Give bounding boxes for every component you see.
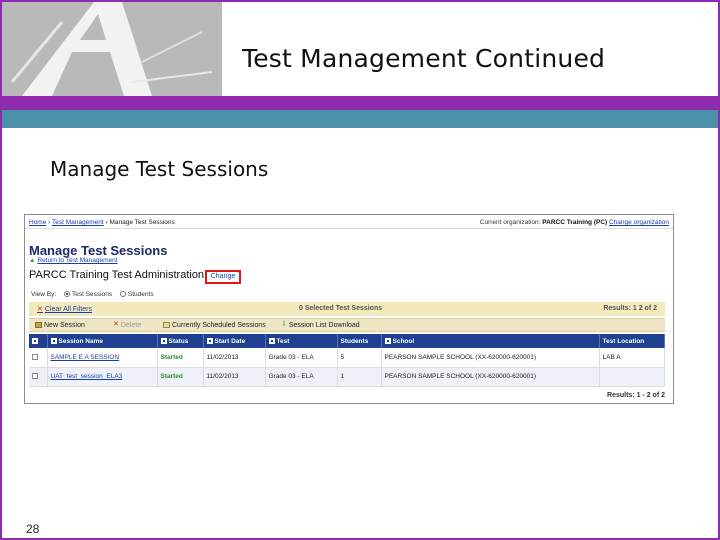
header-label: School: [392, 337, 415, 345]
session-name-link[interactable]: UAT_test_session_ELA3: [51, 373, 123, 380]
results-count-bottom: Results: 1 - 2 of 2: [607, 392, 665, 399]
embedded-screenshot: Home › Test Management › Manage Test Ses…: [24, 214, 674, 404]
screenshot-topbar: Home › Test Management › Manage Test Ses…: [25, 215, 673, 229]
cell-school: PEARSON SAMPLE SCHOOL (XX-620000-620001): [381, 367, 600, 387]
delete-icon: ✕: [113, 321, 119, 329]
row-select-cell[interactable]: [29, 348, 48, 368]
filter-checkbox: [384, 337, 391, 344]
return-link-label: Return to Test Management: [37, 257, 118, 264]
row-select-cell[interactable]: [29, 367, 48, 387]
cell-test: Grade 03 - ELA: [265, 348, 338, 368]
header-label: Test Location: [602, 337, 645, 345]
arrow-up-icon: ▲: [29, 257, 36, 264]
folder-icon: [35, 322, 42, 329]
currently-scheduled-button[interactable]: Currently Scheduled Sessions: [163, 322, 266, 329]
view-by-label: View By:: [31, 291, 57, 298]
view-by: View By: Test Sessions Students: [31, 291, 154, 298]
org-label: Current organization:: [479, 219, 541, 226]
test-administration-name: PARCC Training Test Administration: [29, 269, 205, 281]
radio-test-sessions-label: Test Sessions: [71, 291, 113, 298]
row-checkbox[interactable]: [32, 354, 38, 361]
status-text: Started: [160, 373, 183, 380]
current-organization: Current organization: PARCC Training (PC…: [480, 219, 669, 226]
radio-students-label: Students: [127, 291, 154, 298]
filter-checkbox: [160, 337, 167, 344]
select-all-checkbox[interactable]: [32, 337, 38, 344]
delete-button[interactable]: ✕ Delete: [113, 321, 142, 329]
header-test-location[interactable]: Test Location: [599, 334, 665, 348]
header-label: Test: [276, 337, 290, 345]
radio-students[interactable]: [119, 291, 126, 298]
cell-students: 5: [337, 348, 382, 368]
cell-session-name[interactable]: UAT_test_session_ELA3: [47, 367, 158, 387]
page-heading: Manage Test Sessions: [29, 243, 168, 258]
org-name: PARCC Training (PC): [542, 219, 608, 226]
header-label: Session Name: [58, 337, 103, 345]
cell-start-date: 11/02/2013: [203, 367, 266, 387]
page-number: 28: [26, 522, 40, 536]
breadcrumb: Home › Test Management › Manage Test Ses…: [29, 219, 175, 226]
close-icon: ✕: [37, 306, 43, 313]
clear-filters-link[interactable]: ✕ Clear All Filters: [37, 305, 92, 313]
header-students[interactable]: Students: [337, 334, 382, 348]
breadcrumb-test-management-link[interactable]: Test Management: [52, 219, 104, 226]
change-organization-link[interactable]: Change organization: [609, 219, 669, 226]
radio-test-sessions[interactable]: [63, 291, 70, 298]
delete-label: Delete: [120, 322, 142, 329]
calendar-icon: [163, 322, 170, 329]
header-session-name[interactable]: Session Name: [47, 334, 158, 348]
currently-scheduled-label: Currently Scheduled Sessions: [172, 322, 266, 329]
cell-status: Started: [157, 348, 204, 368]
filter-checkbox: [50, 337, 57, 344]
session-download-button[interactable]: ⇩ Session List Download: [281, 321, 360, 329]
selected-count: 0 Selected Test Sessions: [299, 305, 383, 312]
cell-school: PEARSON SAMPLE SCHOOL (XX-620000-620001): [381, 348, 600, 368]
session-download-label: Session List Download: [288, 322, 360, 329]
cell-status: Started: [157, 367, 204, 387]
download-icon: ⇩: [281, 321, 287, 329]
cell-session-name[interactable]: SAMPLE E A SESSION: [47, 348, 158, 368]
breadcrumb-home-link[interactable]: Home: [29, 219, 46, 226]
sessions-table: Session Name Status Start Date Test Stud…: [29, 334, 665, 387]
toolbar: New Session ✕ Delete Currently Scheduled …: [29, 318, 665, 332]
row-checkbox[interactable]: [32, 373, 38, 380]
filter-checkbox: [268, 337, 275, 344]
status-text: Started: [160, 353, 183, 361]
cell-location: [599, 367, 665, 387]
new-session-label: New Session: [44, 322, 85, 329]
clear-filters-label: Clear All Filters: [44, 306, 92, 313]
change-administration-link[interactable]: Change: [205, 270, 241, 284]
header-label: Start Date: [214, 337, 246, 345]
slide-title: Test Management Continued: [242, 44, 606, 73]
return-link[interactable]: ▲ Return to Test Management: [29, 257, 118, 264]
header-band-purple: [2, 96, 718, 110]
header-start-date[interactable]: Start Date: [203, 334, 266, 348]
header-school[interactable]: School: [381, 334, 600, 348]
results-count-top: Results: 1 2 of 2: [603, 305, 657, 312]
header-test[interactable]: Test: [265, 334, 338, 348]
cell-start-date: 11/02/2013: [203, 348, 266, 368]
cell-students: 1: [337, 367, 382, 387]
cell-location: LAB A: [599, 348, 665, 368]
table-row: UAT_test_session_ELA3 Started 11/02/2013…: [29, 367, 665, 387]
session-name-link[interactable]: SAMPLE E A SESSION: [51, 354, 120, 361]
header-select-all[interactable]: [29, 334, 48, 348]
breadcrumb-current: Manage Test Sessions: [109, 219, 175, 226]
logo: [2, 2, 222, 96]
new-session-button[interactable]: New Session: [35, 322, 85, 329]
table-row: SAMPLE E A SESSION Started 11/02/2013 Gr…: [29, 348, 665, 368]
filter-checkbox: [206, 337, 213, 344]
cell-test: Grade 03 - ELA: [265, 367, 338, 387]
header-band-teal: [2, 110, 718, 128]
header-label: Status: [168, 337, 189, 345]
header-status[interactable]: Status: [157, 334, 204, 348]
selection-bar: ✕ Clear All Filters 0 Selected Test Sessi…: [29, 302, 665, 316]
a-logo-icon: [2, 2, 222, 96]
slide-subtitle: Manage Test Sessions: [50, 157, 269, 181]
header-label: Students: [340, 337, 369, 345]
table-header-row: Session Name Status Start Date Test Stud…: [29, 334, 665, 348]
